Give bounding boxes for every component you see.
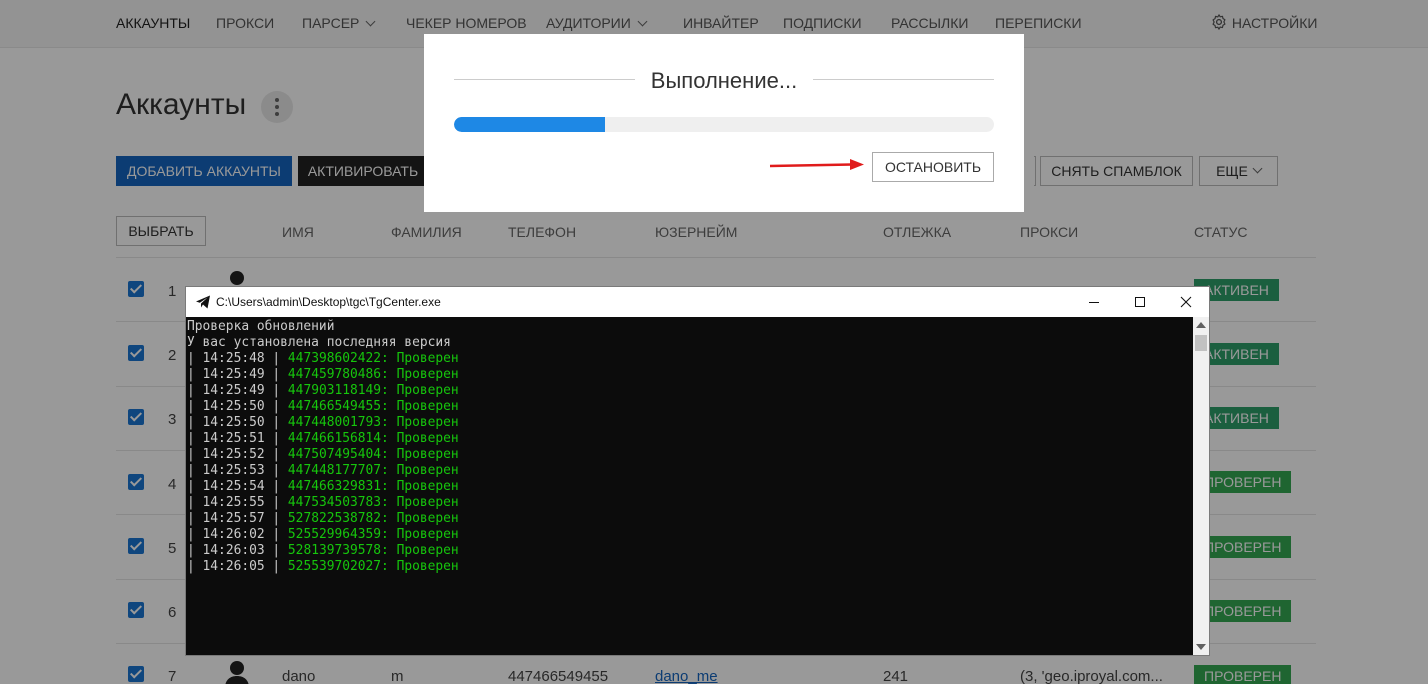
console-log-line: | 14:25:54 | 447466329831: Проверен	[187, 479, 1193, 495]
log-separator: |	[187, 559, 203, 574]
maximize-button[interactable]	[1117, 287, 1163, 317]
log-separator: |	[264, 543, 288, 558]
console-log-line: | 14:26:03 | 528139739578: Проверен	[187, 543, 1193, 559]
console-log-line: | 14:25:49 | 447903118149: Проверен	[187, 383, 1193, 399]
log-time: 14:25:53	[202, 463, 265, 478]
console-window: C:\Users\admin\Desktop\tgc\TgCenter.exe …	[185, 286, 1210, 656]
console-scrollbar[interactable]	[1193, 317, 1209, 655]
log-message: 525539702027: Проверен	[287, 559, 459, 574]
log-time: 14:25:49	[202, 383, 265, 398]
log-time: 14:26:02	[202, 527, 265, 542]
log-time: 14:25:52	[202, 447, 265, 462]
log-separator: |	[264, 495, 288, 510]
log-separator: |	[187, 399, 203, 414]
log-separator: |	[264, 415, 288, 430]
log-time: 14:25:50	[202, 399, 265, 414]
close-button[interactable]	[1163, 287, 1209, 317]
log-separator: |	[264, 511, 288, 526]
log-message: 528139739578: Проверен	[287, 543, 459, 558]
log-separator: |	[264, 447, 288, 462]
log-separator: |	[187, 383, 203, 398]
close-icon	[1180, 296, 1192, 308]
telegram-icon	[196, 295, 210, 309]
log-separator: |	[187, 511, 203, 526]
log-time: 14:26:05	[202, 559, 265, 574]
log-message: 447448177707: Проверен	[287, 463, 459, 478]
log-separator: |	[264, 399, 288, 414]
log-separator: |	[264, 559, 288, 574]
stop-button[interactable]: Остановить	[872, 152, 994, 182]
log-time: 14:25:55	[202, 495, 265, 510]
console-log-line: | 14:25:50 | 447448001793: Проверен	[187, 415, 1193, 431]
console-log-line: | 14:25:52 | 447507495404: Проверен	[187, 447, 1193, 463]
log-time: 14:25:50	[202, 415, 265, 430]
log-message: 525529964359: Проверен	[287, 527, 459, 542]
log-separator: |	[264, 463, 288, 478]
scrollbar-thumb[interactable]	[1195, 335, 1207, 351]
log-separator: |	[187, 351, 203, 366]
console-titlebar[interactable]: C:\Users\admin\Desktop\tgc\TgCenter.exe	[186, 287, 1209, 317]
log-message: 447466156814: Проверен	[287, 431, 459, 446]
log-message: 447534503783: Проверен	[287, 495, 459, 510]
console-log-line: | 14:25:49 | 447459780486: Проверен	[187, 367, 1193, 383]
maximize-icon	[1135, 297, 1145, 307]
log-time: 14:25:49	[202, 367, 265, 382]
log-time: 14:25:54	[202, 479, 265, 494]
log-separator: |	[264, 479, 288, 494]
log-separator: |	[187, 495, 203, 510]
log-time: 14:25:51	[202, 431, 265, 446]
log-separator: |	[264, 367, 288, 382]
console-log-line: | 14:25:55 | 447534503783: Проверен	[187, 495, 1193, 511]
log-message: 447507495404: Проверен	[287, 447, 459, 462]
log-message: 447466549455: Проверен	[287, 399, 459, 414]
console-log-line: | 14:25:50 | 447466549455: Проверен	[187, 399, 1193, 415]
log-time: 14:25:48	[202, 351, 265, 366]
log-separator: |	[187, 463, 203, 478]
progress-dialog: Выполнение... Остановить	[424, 34, 1024, 212]
console-line: Проверка обновлений	[187, 319, 335, 334]
log-separator: |	[187, 415, 203, 430]
log-separator: |	[187, 479, 203, 494]
log-separator: |	[264, 431, 288, 446]
log-separator: |	[187, 447, 203, 462]
log-message: 447466329831: Проверен	[287, 479, 459, 494]
console-output[interactable]: Проверка обновлений У вас установлена пос…	[186, 317, 1193, 655]
log-separator: |	[264, 351, 288, 366]
log-separator: |	[264, 383, 288, 398]
log-separator: |	[187, 543, 203, 558]
log-message: 527822538782: Проверен	[287, 511, 459, 526]
log-message: 447398602422: Проверен	[287, 351, 459, 366]
log-separator: |	[187, 527, 203, 542]
progress-bar	[454, 117, 994, 132]
console-log-line: | 14:26:05 | 525539702027: Проверен	[187, 559, 1193, 575]
dialog-title: Выполнение...	[650, 68, 798, 93]
minimize-button[interactable]	[1071, 287, 1117, 317]
log-time: 14:26:03	[202, 543, 265, 558]
console-log: | 14:25:48 | 447398602422: Проверен | 14:…	[187, 351, 1193, 575]
scroll-up-icon[interactable]	[1196, 322, 1206, 328]
log-message: 447459780486: Проверен	[287, 367, 459, 382]
console-log-line: | 14:25:53 | 447448177707: Проверен	[187, 463, 1193, 479]
console-line: У вас установлена последняя версия	[187, 335, 451, 350]
minimize-icon	[1089, 302, 1099, 303]
console-log-line: | 14:26:02 | 525529964359: Проверен	[187, 527, 1193, 543]
console-log-line: | 14:25:48 | 447398602422: Проверен	[187, 351, 1193, 367]
scroll-down-icon[interactable]	[1196, 644, 1206, 650]
log-separator: |	[187, 431, 203, 446]
console-log-line: | 14:25:57 | 527822538782: Проверен	[187, 511, 1193, 527]
console-log-line: | 14:25:51 | 447466156814: Проверен	[187, 431, 1193, 447]
console-title: C:\Users\admin\Desktop\tgc\TgCenter.exe	[216, 295, 441, 309]
log-separator: |	[264, 527, 288, 542]
annotation-arrow-icon	[769, 159, 864, 170]
log-message: 447903118149: Проверен	[287, 383, 459, 398]
log-separator: |	[187, 367, 203, 382]
log-time: 14:25:57	[202, 511, 265, 526]
progress-fill	[454, 117, 606, 132]
log-message: 447448001793: Проверен	[287, 415, 459, 430]
